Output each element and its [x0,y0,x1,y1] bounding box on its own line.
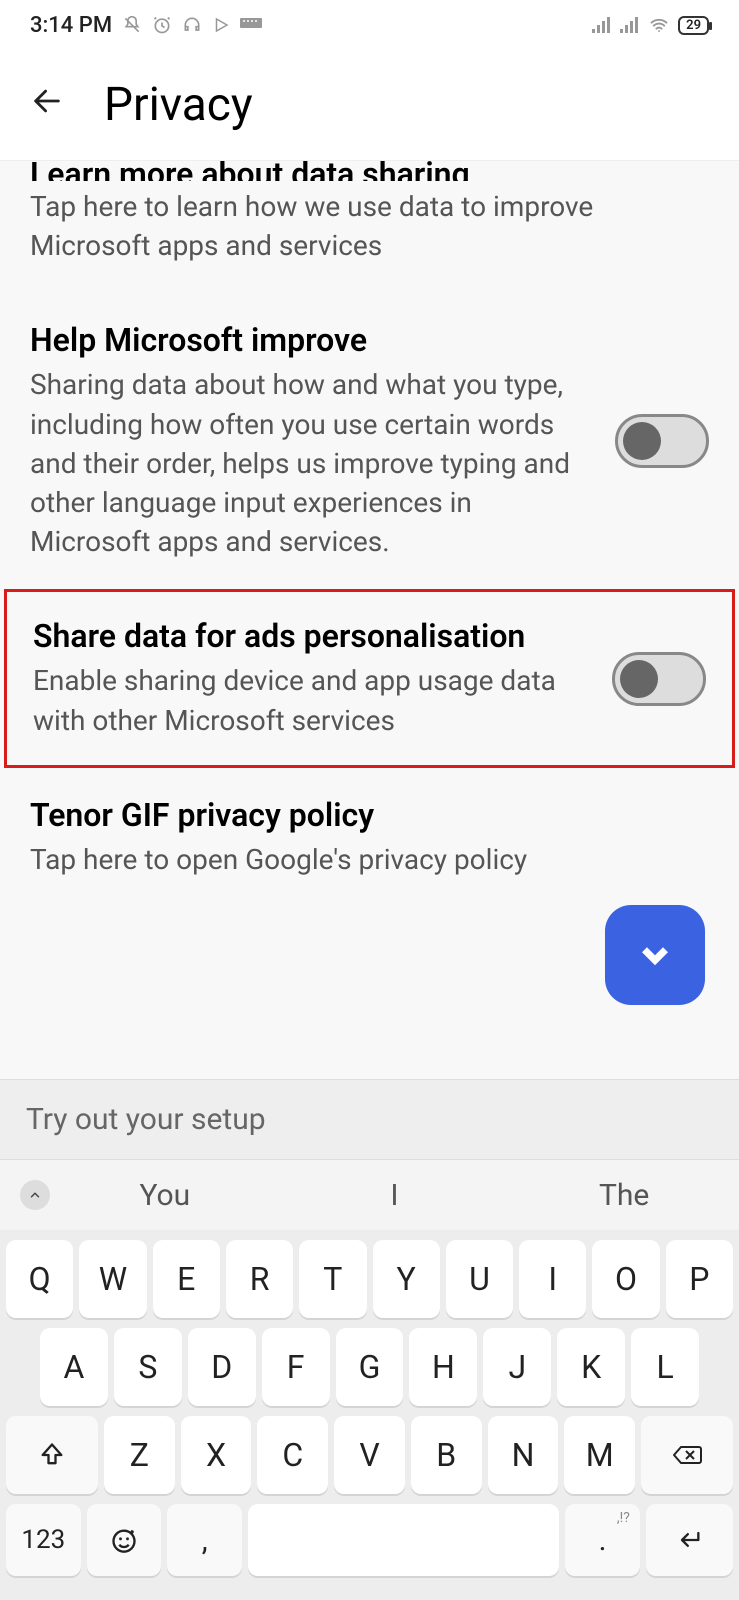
key-c[interactable]: C [257,1416,328,1494]
key-y[interactable]: Y [373,1240,440,1318]
status-right: 29 [592,16,709,35]
keyboard-row-2: A S D F G H J K L [6,1328,733,1406]
keyboard-indicator-icon [240,18,262,32]
key-f[interactable]: F [262,1328,330,1406]
battery-icon: 29 [678,16,709,35]
key-s[interactable]: S [114,1328,182,1406]
setting-title: Share data for ads personalisation [33,617,592,655]
key-r[interactable]: R [226,1240,293,1318]
key-enter[interactable] [646,1504,733,1576]
shift-icon [38,1441,66,1469]
keyboard-row-3: Z X C V B N M [6,1416,733,1494]
signal-icon [592,17,612,33]
key-p[interactable]: P [666,1240,733,1318]
key-u[interactable]: U [446,1240,513,1318]
key-shift[interactable] [6,1416,98,1494]
setting-ads-personalisation[interactable]: Share data for ads personalisation Enabl… [4,589,735,767]
suggestion-item[interactable]: I [280,1178,510,1213]
mute-icon [122,15,142,35]
tryout-input[interactable]: Try out your setup [0,1079,739,1160]
setting-help-improve[interactable]: Help Microsoft improve Sharing data abou… [0,293,739,589]
key-j[interactable]: J [483,1328,551,1406]
key-123[interactable]: 123 [6,1504,81,1576]
key-z[interactable]: Z [104,1416,175,1494]
keyboard-row-4: 123 , ,!? . [6,1504,733,1576]
key-o[interactable]: O [592,1240,659,1318]
key-d[interactable]: D [188,1328,256,1406]
key-b[interactable]: B [411,1416,482,1494]
status-time: 3:14 PM [30,13,112,38]
setting-title: Tenor GIF privacy policy [30,796,709,834]
ads-personalisation-toggle[interactable] [612,652,706,706]
setting-title: Help Microsoft improve [30,321,595,359]
key-n[interactable]: N [488,1416,559,1494]
key-h[interactable]: H [409,1328,477,1406]
key-period[interactable]: ,!? . [565,1504,640,1576]
keyboard-area: Try out your setup You I The Q W E R T Y… [0,1079,739,1600]
key-emoji[interactable] [87,1504,162,1576]
key-q[interactable]: Q [6,1240,73,1318]
period-sup: ,!? [617,1510,630,1526]
alarm-icon [152,15,172,35]
settings-list: Learn more about data sharing Tap here t… [0,160,739,1600]
page-title: Privacy [104,78,253,132]
key-a[interactable]: A [40,1328,108,1406]
setting-tenor-privacy[interactable]: Tenor GIF privacy policy Tap here to ope… [0,768,739,907]
key-m[interactable]: M [564,1416,635,1494]
setting-desc: Enable sharing device and app usage data… [33,661,592,739]
setting-learn-more[interactable]: Learn more about data sharing Tap here t… [0,161,739,293]
app-header: Privacy [0,50,739,160]
emoji-icon [110,1526,138,1554]
suggestion-item[interactable]: You [50,1178,280,1213]
key-l[interactable]: L [631,1328,699,1406]
suggestion-toggle-icon[interactable] [20,1180,50,1210]
collapse-fab[interactable] [605,905,705,1005]
setting-title: Learn more about data sharing [30,160,709,181]
key-t[interactable]: T [299,1240,366,1318]
key-g[interactable]: G [336,1328,404,1406]
key-comma[interactable]: , [167,1504,242,1576]
play-icon [212,16,230,34]
key-e[interactable]: E [153,1240,220,1318]
chevron-down-icon [634,934,676,976]
suggestion-bar: You I The [0,1160,739,1230]
enter-icon [673,1526,705,1554]
setting-desc: Sharing data about how and what you type… [30,365,595,561]
wifi-icon [648,16,670,34]
back-icon[interactable] [30,84,64,127]
status-bar: 3:14 PM 29 [0,0,739,50]
headphones-icon [182,15,202,35]
help-improve-toggle[interactable] [615,414,709,468]
keyboard: Q W E R T Y U I O P A S D F G H J K L [0,1230,739,1600]
key-i[interactable]: I [519,1240,586,1318]
key-x[interactable]: X [181,1416,252,1494]
key-w[interactable]: W [79,1240,146,1318]
setting-desc: Tap here to learn how we use data to imp… [30,187,709,265]
period-label: . [599,1523,607,1558]
key-v[interactable]: V [334,1416,405,1494]
key-space[interactable] [248,1504,559,1576]
suggestion-item[interactable]: The [509,1178,739,1213]
key-backspace[interactable] [641,1416,733,1494]
backspace-icon [671,1441,703,1469]
key-k[interactable]: K [557,1328,625,1406]
setting-desc: Tap here to open Google's privacy policy [30,840,709,879]
signal-icon-2 [620,17,640,33]
keyboard-row-1: Q W E R T Y U I O P [6,1240,733,1318]
status-left: 3:14 PM [30,13,262,38]
